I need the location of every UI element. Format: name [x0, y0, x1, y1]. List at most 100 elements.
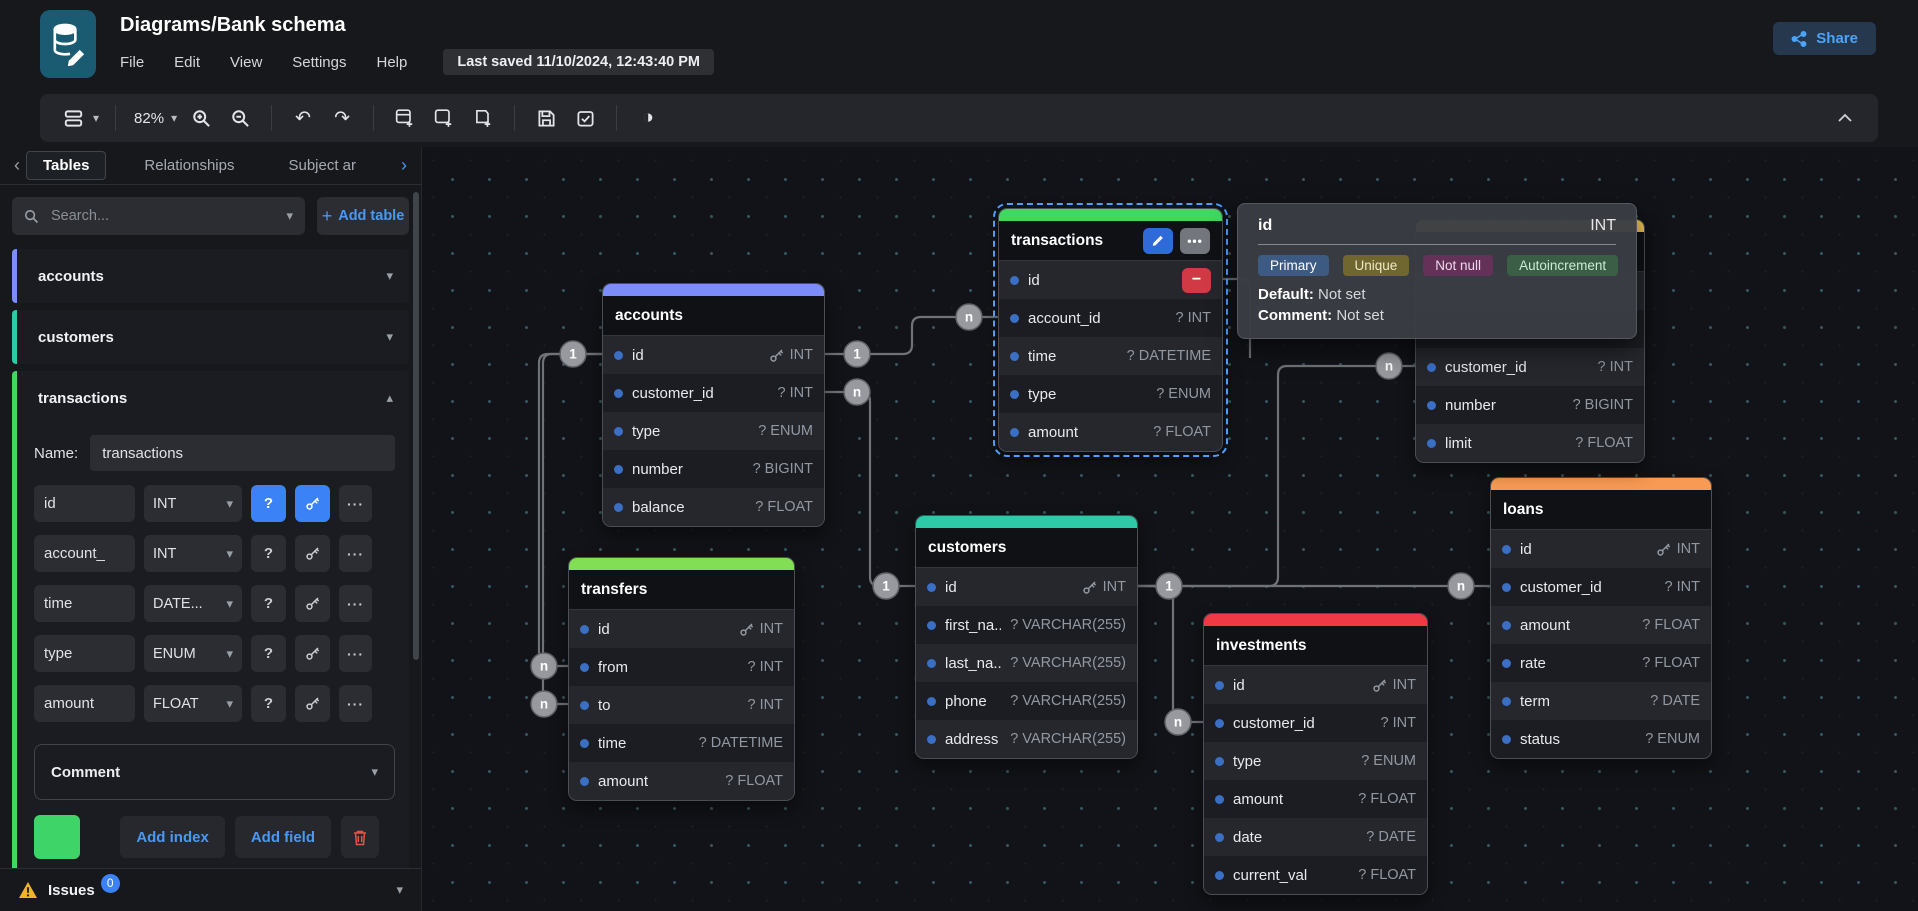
table-field-row[interactable]: amount? FLOAT — [999, 413, 1222, 451]
relationship-line[interactable] — [825, 392, 915, 586]
add-index-button[interactable]: Add index — [120, 816, 225, 858]
primary-key-button[interactable] — [295, 485, 330, 522]
field-name-input[interactable]: id — [34, 485, 135, 522]
table-field-row[interactable]: idINT — [603, 336, 824, 374]
app-logo[interactable] — [40, 10, 96, 78]
table-search[interactable]: ▾ — [12, 197, 305, 235]
menu-edit[interactable]: Edit — [174, 54, 200, 71]
table-field-row[interactable]: time? DATETIME — [999, 337, 1222, 375]
table-field-row[interactable]: number? BIGINT — [1416, 386, 1644, 424]
table-transactions[interactable]: transactions•••id−account_id? INTtime? D… — [998, 208, 1223, 452]
search-dropdown-caret-icon[interactable]: ▾ — [286, 208, 293, 224]
toolbar-collapse-button[interactable] — [1830, 103, 1860, 133]
field-more-button[interactable]: ··· — [339, 635, 372, 672]
table-name-input[interactable] — [90, 435, 395, 471]
delete-table-button[interactable] — [341, 816, 379, 858]
table-field-row[interactable]: term? DATE — [1491, 682, 1711, 720]
add-field-button[interactable]: Add field — [235, 816, 331, 858]
zoom-in-button[interactable] — [186, 103, 216, 133]
nullable-toggle-button[interactable]: ? — [251, 635, 286, 672]
issues-caret-icon[interactable]: ▾ — [396, 882, 403, 898]
relationship-line[interactable] — [1138, 586, 1203, 722]
tabs-scroll-left-icon[interactable]: ‹ — [12, 155, 22, 176]
table-investments[interactable]: investmentsidINTcustomer_id? INTtype? EN… — [1203, 613, 1428, 895]
zoom-out-button[interactable] — [225, 103, 255, 133]
sidebar-item-customers[interactable]: customers▾ — [12, 310, 409, 364]
menu-view[interactable]: View — [230, 54, 262, 71]
edit-table-button[interactable] — [1143, 228, 1173, 254]
delete-field-button[interactable]: − — [1182, 268, 1211, 293]
table-field-row[interactable]: idINT — [916, 568, 1137, 606]
table-field-row[interactable]: limit? FLOAT — [1416, 424, 1644, 462]
menu-settings[interactable]: Settings — [292, 54, 346, 71]
field-name-input[interactable]: type — [34, 635, 135, 672]
nullable-toggle-button[interactable]: ? — [251, 685, 286, 722]
save-button[interactable] — [531, 103, 561, 133]
field-type-select[interactable]: FLOAT▾ — [144, 685, 242, 722]
table-field-row[interactable]: type? ENUM — [1204, 742, 1427, 780]
sidebar-item-row[interactable]: transactions▴ — [12, 371, 409, 425]
issues-bar[interactable]: Issues 0 ▾ — [0, 868, 421, 911]
table-field-row[interactable]: customer_id? INT — [1491, 568, 1711, 606]
table-field-row[interactable]: customer_id? INT — [1416, 348, 1644, 386]
tab-relationships[interactable]: Relationships — [128, 152, 250, 179]
field-type-select[interactable]: DATE...▾ — [144, 585, 242, 622]
add-table-tool-button[interactable] — [390, 103, 420, 133]
field-type-select[interactable]: INT▾ — [144, 535, 242, 572]
add-area-tool-button[interactable] — [429, 103, 459, 133]
add-note-tool-button[interactable] — [468, 103, 498, 133]
table-field-row[interactable]: idINT — [1204, 666, 1427, 704]
table-field-row[interactable]: idINT — [569, 610, 794, 648]
field-more-button[interactable]: ··· — [339, 685, 372, 722]
tab-tables[interactable]: Tables — [26, 151, 106, 180]
table-field-row[interactable]: type? ENUM — [999, 375, 1222, 413]
table-title[interactable]: loans — [1491, 490, 1711, 530]
table-field-row[interactable]: customer_id? INT — [1204, 704, 1427, 742]
table-title[interactable]: investments — [1204, 626, 1427, 666]
table-more-button[interactable]: ••• — [1180, 228, 1210, 254]
table-field-row[interactable]: idINT — [1491, 530, 1711, 568]
sidebar-item-transactions[interactable]: transactions▴Name:idINT▾?···account_INT▾… — [12, 371, 409, 868]
redo-button[interactable]: ↷ — [327, 103, 357, 133]
menu-help[interactable]: Help — [376, 54, 407, 71]
chevron-down-icon[interactable]: ▾ — [386, 268, 393, 284]
table-field-row[interactable]: to? INT — [569, 686, 794, 724]
primary-key-button[interactable] — [295, 535, 330, 572]
table-color-swatch[interactable] — [34, 815, 80, 859]
table-field-row[interactable]: current_val? FLOAT — [1204, 856, 1427, 894]
sidebar-item-accounts[interactable]: accounts▾ — [12, 249, 409, 303]
zoom-caret-icon[interactable]: ▾ — [171, 111, 177, 125]
undo-button[interactable]: ↶ — [288, 103, 318, 133]
table-field-row[interactable]: first_na...? VARCHAR(255) — [916, 606, 1137, 644]
nullable-toggle-button[interactable]: ? — [251, 585, 286, 622]
chevron-down-icon[interactable]: ▾ — [386, 329, 393, 345]
field-more-button[interactable]: ··· — [339, 585, 372, 622]
todo-button[interactable] — [570, 103, 600, 133]
table-field-row[interactable]: amount? FLOAT — [569, 762, 794, 800]
add-table-button[interactable]: + Add table — [317, 197, 409, 235]
field-name-input[interactable]: time — [34, 585, 135, 622]
layout-caret-icon[interactable]: ▾ — [93, 111, 99, 125]
sidebar-item-row[interactable]: accounts▾ — [12, 249, 409, 303]
table-accounts[interactable]: accountsidINTcustomer_id? INTtype? ENUMn… — [602, 283, 825, 527]
table-field-row[interactable]: balance? FLOAT — [603, 488, 824, 526]
tab-subject-ar[interactable]: Subject ar — [272, 152, 372, 179]
field-type-select[interactable]: INT▾ — [144, 485, 242, 522]
tabs-scroll-right-icon[interactable]: › — [399, 155, 409, 176]
diagram-canvas[interactable]: 1nn1nn11nnn accountsidINTcustomer_id? IN… — [422, 147, 1918, 911]
search-input[interactable] — [49, 207, 276, 225]
field-name-input[interactable]: amount — [34, 685, 135, 722]
nullable-toggle-button[interactable]: ? — [251, 485, 286, 522]
sidebar-scrollbar[interactable] — [413, 192, 419, 660]
table-field-row[interactable]: address? VARCHAR(255) — [916, 720, 1137, 758]
table-field-row[interactable]: amount? FLOAT — [1204, 780, 1427, 818]
chevron-up-icon[interactable]: ▴ — [386, 390, 393, 406]
table-loans[interactable]: loansidINTcustomer_id? INTamount? FLOATr… — [1490, 477, 1712, 759]
comment-collapsible[interactable]: Comment▾ — [34, 744, 395, 800]
table-field-row[interactable]: status? ENUM — [1491, 720, 1711, 758]
table-title[interactable]: transactions••• — [999, 221, 1222, 261]
table-customers[interactable]: customersidINTfirst_na...? VARCHAR(255)l… — [915, 515, 1138, 759]
field-more-button[interactable]: ··· — [339, 485, 372, 522]
table-title[interactable]: accounts — [603, 296, 824, 336]
nullable-toggle-button[interactable]: ? — [251, 535, 286, 572]
